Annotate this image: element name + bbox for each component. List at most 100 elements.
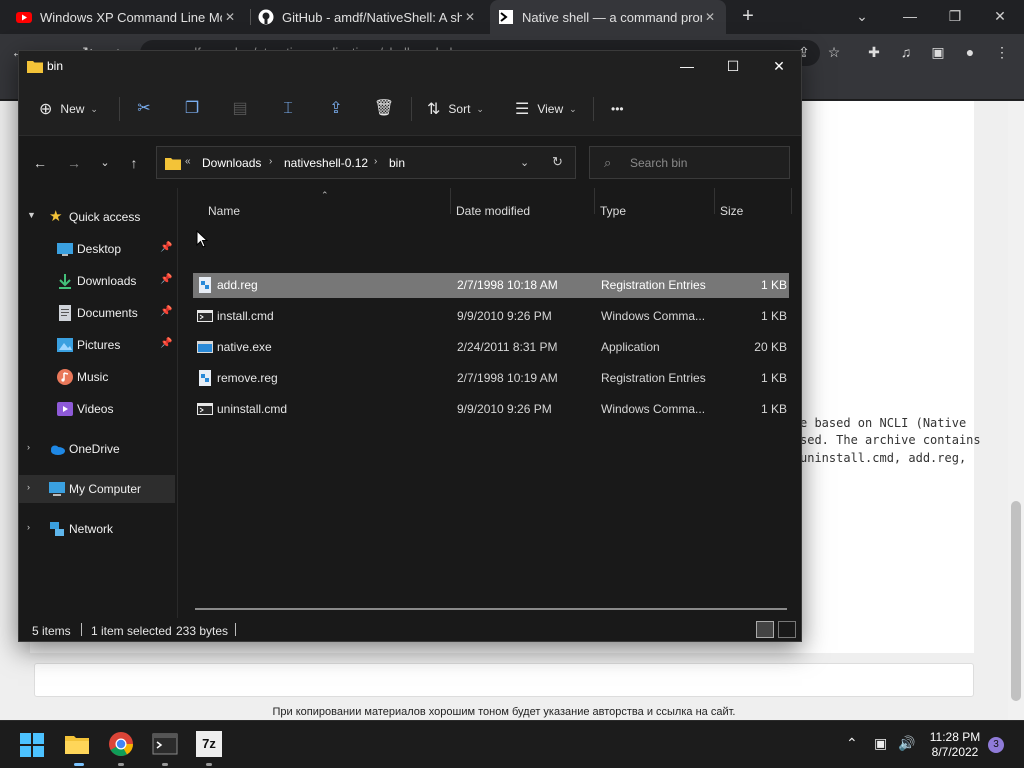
breadcrumb-bin[interactable]: bin [389, 156, 405, 170]
browser-tab-native-shell[interactable]: Native shell — a command prom ✕ [490, 0, 726, 34]
pane-divider[interactable] [177, 188, 178, 618]
chevron-down-icon: ⌄ [90, 103, 98, 114]
bookmark-star-icon[interactable]: ☆ [824, 42, 844, 62]
file-row[interactable]: native.exe 2/24/2011 8:31 PM Application… [193, 335, 789, 360]
breadcrumb-nativeshell[interactable]: nativeshell-0.12 [284, 156, 368, 170]
sidebar-item-onedrive[interactable]: › OneDrive [19, 435, 175, 463]
volume-icon[interactable]: 🔊 [898, 735, 915, 752]
notification-badge[interactable]: 3 [988, 737, 1004, 753]
windows-start-icon[interactable] [20, 733, 44, 757]
minimize-icon[interactable]: — [664, 51, 710, 81]
tab-search-chevron-icon[interactable]: ⌄ [842, 2, 882, 30]
share-icon[interactable]: ⇪ [324, 97, 348, 121]
address-bar[interactable]: « Downloads › nativeshell-0.12 › bin ⌄ ↻ [156, 146, 576, 179]
chevron-up-icon[interactable]: ⌃ [846, 735, 858, 752]
column-divider[interactable] [791, 188, 792, 214]
system-clock[interactable]: 11:28 PM 8/7/2022 [920, 730, 990, 760]
copy-icon[interactable]: ❐ [180, 97, 204, 121]
chevron-right-icon[interactable]: › [27, 482, 39, 492]
chevron-right-icon: › [269, 156, 273, 167]
sidebar-item-label: Pictures [77, 338, 121, 352]
chrome-icon[interactable] [108, 731, 134, 757]
7zip-icon[interactable]: 7z [196, 731, 222, 757]
github-icon [258, 9, 274, 25]
terminal-icon[interactable] [152, 731, 178, 757]
menu-icon[interactable]: ⋮ [992, 42, 1012, 62]
close-tab-icon[interactable]: ✕ [462, 10, 478, 24]
search-box[interactable]: ⌕ Search bin [589, 146, 790, 179]
chevron-right-icon: › [374, 156, 378, 167]
page-scrollbar[interactable] [1008, 101, 1024, 721]
file-row[interactable]: install.cmd 9/9/2010 9:26 PM Windows Com… [193, 304, 789, 329]
pin-icon: 📌 [160, 242, 173, 253]
sidebar-item-label: OneDrive [69, 442, 120, 456]
browser-tab-github[interactable]: GitHub - amdf/NativeShell: A she ✕ [250, 0, 486, 34]
forward-icon[interactable]: → [63, 152, 85, 174]
explorer-title-bar[interactable]: bin — ☐ ✕ [19, 51, 801, 81]
navigation-pane: ▼ ★ Quick access Desktop 📌 Downloads 📌 D… [19, 188, 177, 618]
chevron-right-icon[interactable]: › [27, 522, 39, 532]
up-icon[interactable]: ↑ [123, 152, 145, 174]
sidebar-item-network[interactable]: › Network [19, 515, 175, 543]
file-row[interactable]: uninstall.cmd 9/9/2010 9:26 PM Windows C… [193, 397, 789, 422]
horizontal-scrollbar[interactable] [195, 608, 787, 610]
minimize-icon[interactable]: — [890, 2, 930, 30]
active-indicator [74, 763, 84, 766]
onedrive-icon [51, 445, 65, 455]
details-view-icon[interactable] [756, 621, 774, 638]
window-title: bin [47, 59, 64, 73]
delete-icon[interactable]: 🗑 [372, 97, 396, 121]
network-status-icon[interactable]: ▣ [874, 735, 887, 752]
scrollbar-thumb[interactable] [1011, 501, 1021, 701]
column-divider[interactable] [714, 188, 715, 214]
browser-tab-youtube[interactable]: Windows XP Command Line Moc ✕ [8, 0, 246, 34]
overflow-chevron-icon[interactable]: « [185, 156, 191, 167]
file-type: Application [601, 340, 660, 354]
sidebar-item-videos[interactable]: Videos [19, 395, 175, 423]
breadcrumb-downloads[interactable]: Downloads [202, 156, 261, 170]
profile-icon[interactable]: ● [960, 42, 980, 62]
back-icon[interactable]: ← [29, 152, 51, 174]
side-panel-icon[interactable]: ▣ [928, 42, 948, 62]
sidebar-item-downloads[interactable]: Downloads 📌 [19, 267, 175, 295]
close-tab-icon[interactable]: ✕ [702, 10, 718, 24]
taskbar: 7z ⌃ ▣ 🔊 11:28 PM 8/7/2022 3 [0, 720, 1024, 768]
rename-icon[interactable]: ⌶ [276, 97, 300, 121]
file-row[interactable]: add.reg 2/7/1998 10:18 AM Registration E… [193, 273, 789, 298]
close-icon[interactable]: ✕ [980, 2, 1020, 30]
column-divider[interactable] [450, 188, 451, 214]
star-icon: ★ [49, 208, 63, 225]
maximize-icon[interactable]: ☐ [710, 51, 756, 81]
close-tab-icon[interactable]: ✕ [222, 10, 238, 24]
new-button[interactable]: ⊕ New ⌄ [39, 95, 98, 123]
cut-icon[interactable]: ✂ [132, 97, 156, 121]
file-size: 1 KB [760, 278, 787, 292]
chevron-down-icon[interactable]: ⌄ [520, 156, 529, 169]
more-options-button[interactable]: ••• [611, 95, 624, 123]
file-explorer-icon[interactable] [64, 731, 90, 757]
media-control-icon[interactable]: ♫ [896, 42, 916, 62]
file-row[interactable]: remove.reg 2/7/1998 10:19 AM Registratio… [193, 366, 789, 391]
sidebar-item-desktop[interactable]: Desktop 📌 [19, 235, 175, 263]
close-icon[interactable]: ✕ [756, 51, 802, 81]
tab-title: Windows XP Command Line Moc [40, 9, 222, 25]
sidebar-item-music[interactable]: Music [19, 363, 175, 391]
file-date: 9/9/2010 9:26 PM [457, 309, 552, 323]
running-indicator [206, 763, 212, 766]
recent-locations-chevron-icon[interactable]: ⌄ [94, 152, 116, 174]
new-tab-button[interactable]: + [737, 6, 759, 28]
view-button[interactable]: ☰ View ⌄ [515, 95, 577, 123]
large-icons-view-icon[interactable] [778, 621, 796, 638]
sort-button[interactable]: ⇅ Sort ⌄ [427, 95, 484, 123]
chevron-right-icon[interactable]: › [27, 442, 39, 452]
chevron-down-icon[interactable]: ▼ [27, 210, 39, 220]
sidebar-item-my-computer[interactable]: › My Computer [19, 475, 175, 503]
sidebar-item-quick-access[interactable]: ▼ ★ Quick access [19, 203, 175, 231]
sidebar-item-pictures[interactable]: Pictures 📌 [19, 331, 175, 359]
restore-icon[interactable]: ❐ [935, 2, 975, 30]
column-divider[interactable] [594, 188, 595, 214]
sidebar-item-documents[interactable]: Documents 📌 [19, 299, 175, 327]
paste-icon[interactable]: ▤ [228, 97, 252, 121]
refresh-icon[interactable]: ↻ [552, 154, 563, 170]
extensions-icon[interactable]: ✚ [864, 42, 884, 62]
